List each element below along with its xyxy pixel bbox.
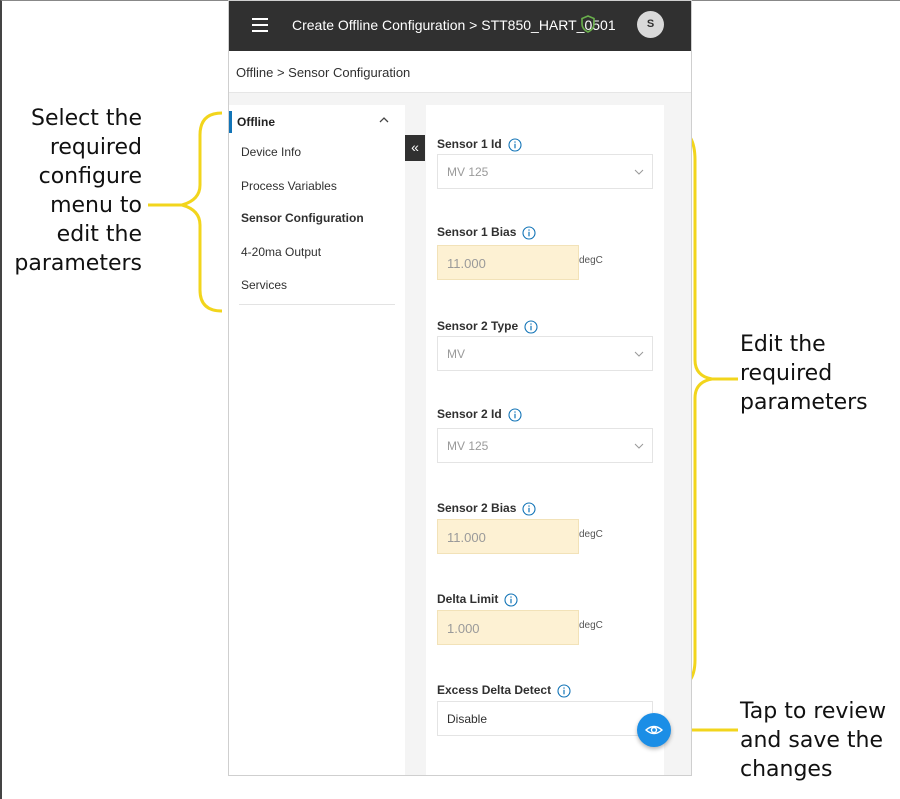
annotation-line: Edit the [740, 332, 826, 357]
sensor-2-type-label: Sensor 2 Type [437, 319, 538, 334]
sensor-2-type-select[interactable]: MV [437, 336, 653, 371]
breadcrumb: Offline > Sensor Configuration [236, 65, 411, 80]
eye-icon [645, 725, 663, 735]
info-icon[interactable] [504, 593, 518, 607]
info-icon[interactable] [557, 684, 571, 698]
annotation-line: parameters [740, 390, 868, 415]
collapse-sidebar-button[interactable]: « [405, 135, 425, 161]
chevron-down-icon [634, 169, 644, 175]
field-label-text: Delta Limit [437, 592, 499, 606]
info-icon[interactable] [522, 226, 536, 240]
sidebar-item-sensor-configuration[interactable]: Sensor Configuration [241, 211, 364, 225]
annotation-line: and save the [740, 728, 883, 753]
annotation-line: required [740, 361, 833, 386]
breadcrumb-bar: Offline > Sensor Configuration [229, 51, 691, 93]
field-label-text: Sensor 2 Bias [437, 501, 517, 515]
sidebar-item-process-variables[interactable]: Process Variables [241, 179, 337, 193]
annotation-line: edit the [56, 222, 142, 247]
select-value: MV [447, 347, 465, 361]
review-save-button[interactable] [637, 713, 671, 747]
field-label-text: Sensor 1 Bias [437, 225, 517, 239]
field-label-text: Sensor 1 Id [437, 137, 502, 151]
parameter-panel: Sensor 1 Id MV 125 Sensor 1 Bias 11.000 … [426, 105, 664, 775]
sensor-1-bias-label: Sensor 1 Bias [437, 225, 536, 240]
chevron-down-icon [634, 443, 644, 449]
info-icon[interactable] [508, 138, 522, 152]
left-bracket [176, 111, 223, 313]
avatar[interactable]: S [637, 11, 664, 38]
sensor-2-id-select[interactable]: MV 125 [437, 428, 653, 463]
input-value: 1.000 [447, 621, 480, 636]
info-icon[interactable] [508, 408, 522, 422]
info-icon[interactable] [524, 320, 538, 334]
select-value: Disable [447, 712, 488, 726]
app-header: Create Offline Configuration > STT850_HA… [229, 1, 691, 51]
sidebar-item-services[interactable]: Services [241, 278, 287, 292]
input-value: 11.000 [447, 530, 486, 545]
page-title: Create Offline Configuration > STT850_HA… [292, 17, 616, 33]
excess-delta-detect-select[interactable]: Disable [437, 701, 653, 736]
chevron-down-icon [634, 351, 644, 357]
hamburger-menu-icon[interactable] [252, 18, 268, 32]
sensor-1-id-select[interactable]: MV 125 [437, 154, 653, 189]
unit-label: degC [579, 620, 603, 631]
sidebar-group-offline[interactable]: Offline [229, 105, 405, 137]
unit-label: degC [579, 255, 603, 266]
excess-delta-detect-label: Excess Delta Detect [437, 683, 571, 698]
annotation-line: parameters [14, 251, 142, 276]
annotation-line: Select the [31, 106, 142, 131]
annotation-line: required [49, 135, 142, 160]
field-label-text: Excess Delta Detect [437, 683, 552, 697]
sensor-1-id-label: Sensor 1 Id [437, 137, 522, 152]
sidebar-divider [239, 304, 395, 305]
sidebar-item-4-20ma-output[interactable]: 4-20ma Output [241, 245, 321, 259]
annotation-line: changes [740, 757, 833, 782]
sensor-1-bias-input[interactable]: 11.000 [437, 245, 579, 280]
field-label-text: Sensor 2 Id [437, 407, 502, 421]
delta-limit-input[interactable]: 1.000 [437, 610, 579, 645]
sensor-2-bias-label: Sensor 2 Bias [437, 501, 536, 516]
info-icon[interactable] [522, 502, 536, 516]
annotation-edit-parameters: Edit the required parameters [740, 330, 868, 417]
shield-icon [581, 15, 595, 33]
sensor-2-bias-input[interactable]: 11.000 [437, 519, 579, 554]
select-value: MV 125 [447, 165, 489, 179]
active-group-indicator [229, 111, 232, 133]
delta-limit-label: Delta Limit [437, 592, 518, 607]
annotation-line: Tap to review [740, 699, 887, 724]
annotation-line: menu to [50, 193, 142, 218]
input-value: 11.000 [447, 256, 486, 271]
sidebar-item-device-info[interactable]: Device Info [241, 145, 301, 159]
sidebar: Offline Device Info Process Variables Se… [229, 105, 405, 775]
annotation-select-menu: Select the required configure menu to ed… [0, 104, 142, 278]
sidebar-group-label: Offline [237, 115, 275, 129]
field-label-text: Sensor 2 Type [437, 319, 519, 333]
sensor-2-id-label: Sensor 2 Id [437, 407, 522, 422]
annotation-review-save: Tap to review and save the changes [740, 697, 886, 784]
unit-label: degC [579, 529, 603, 540]
chevron-up-icon[interactable] [377, 113, 391, 127]
select-value: MV 125 [447, 439, 489, 453]
annotation-line: configure [38, 164, 142, 189]
app-window: Create Offline Configuration > STT850_HA… [228, 0, 692, 776]
